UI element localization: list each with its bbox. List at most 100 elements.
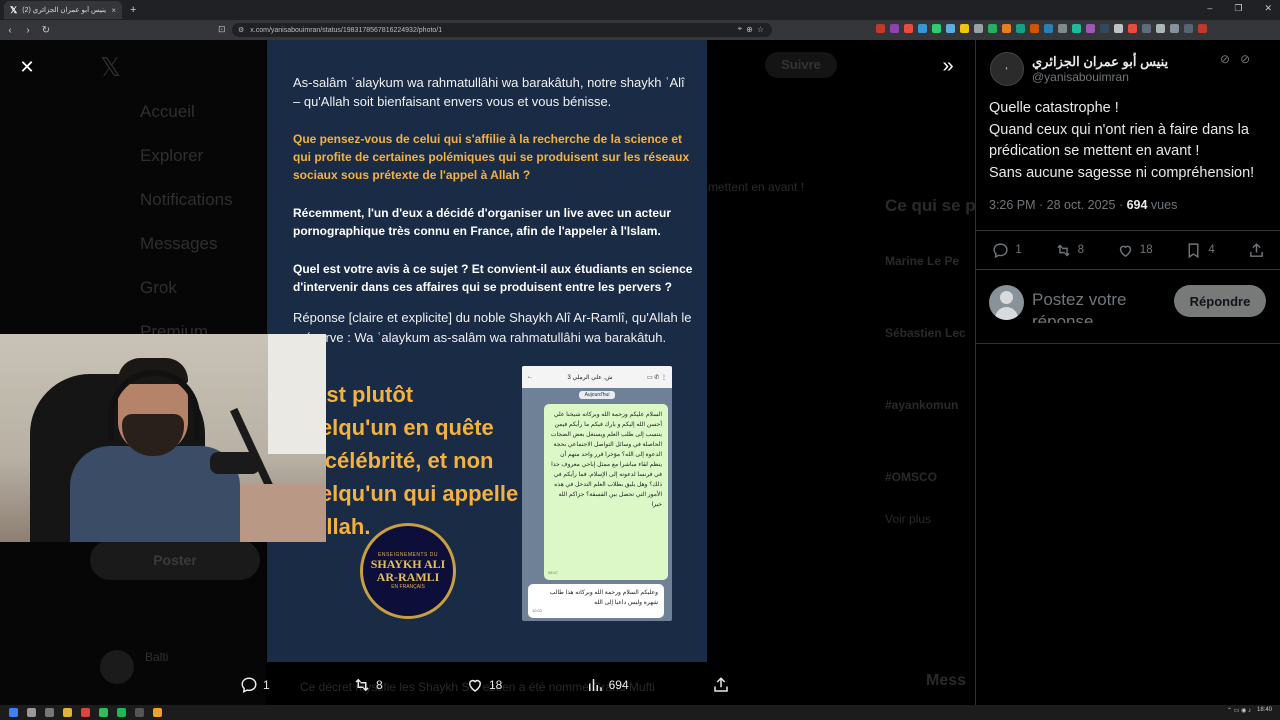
extension-icon[interactable]: [974, 24, 983, 33]
follow-button-ghost: Suivre: [765, 52, 837, 78]
window-close-button[interactable]: ✕: [1264, 3, 1272, 14]
extension-icon[interactable]: [1072, 24, 1081, 33]
reply-input[interactable]: Postez votre réponse: [1032, 289, 1162, 323]
repost-count: 8: [375, 678, 383, 692]
repost-icon: [355, 678, 369, 692]
photo-question-1: Que pensez-vous de celui qui s'affilie à…: [293, 132, 690, 182]
whatsapp-icon[interactable]: [99, 708, 108, 717]
extension-icon[interactable]: [1142, 24, 1151, 33]
avatar[interactable]: ◐: [990, 52, 1024, 86]
clock[interactable]: 18:40: [1257, 707, 1272, 714]
trend-item: Marine Le Pe: [885, 254, 960, 268]
photo-question-2: Récemment, l'un d'eux a décidé d'organis…: [293, 206, 672, 238]
extension-icon[interactable]: [988, 24, 997, 33]
photo-question-3: Quel est votre avis à ce sujet ? Et conv…: [293, 262, 693, 294]
extension-icon[interactable]: [1128, 24, 1137, 33]
url-text[interactable]: x.com/yanisabouimran/status/198317856781…: [250, 27, 442, 34]
extension-icon[interactable]: [904, 24, 913, 33]
reply-count: 1: [1015, 244, 1022, 256]
avatar: [100, 650, 134, 684]
author-name[interactable]: ينيس أبو عمران الجزائري: [1032, 54, 1168, 70]
author-handle[interactable]: @yanisabouimran: [1032, 70, 1168, 84]
reply-icon: [241, 677, 257, 694]
whatsapp-screenshot: ← ش. علي الرملي 3 ▭ ✆ ⋮ Aujourd'hui السل…: [522, 366, 672, 621]
collapse-panel-icon[interactable]: »: [936, 56, 960, 78]
address-bar[interactable]: ⚙ x.com/yanisabouimran/status/1983178567…: [232, 23, 772, 37]
post-button-ghost: Poster: [90, 540, 260, 580]
block-icon[interactable]: ⊘: [1220, 52, 1230, 66]
extension-icon[interactable]: [1170, 24, 1179, 33]
obs-icon[interactable]: [135, 708, 144, 717]
photo-intro-text: As-salâm ʿalaykum wa rahmatullâhi wa bar…: [293, 75, 685, 109]
bookmark-button[interactable]: 4: [1185, 242, 1215, 259]
tray-icons[interactable]: ⌃ ▭ ◉ ♪: [1227, 707, 1251, 714]
extension-icon[interactable]: [876, 24, 885, 33]
start-icon[interactable]: [9, 708, 18, 717]
extension-icon[interactable]: [890, 24, 899, 33]
extension-icon[interactable]: [1030, 24, 1039, 33]
maximize-button[interactable]: ❐: [1234, 3, 1242, 14]
chat-time: 10:03: [532, 608, 543, 613]
extension-icon[interactable]: [1086, 24, 1095, 33]
share-button[interactable]: [1248, 242, 1265, 259]
back-icon[interactable]: ‹: [2, 25, 18, 36]
back-arrow-icon: ←: [527, 374, 533, 380]
browser-icon[interactable]: [81, 708, 90, 717]
extension-icon[interactable]: [960, 24, 969, 33]
taskview-icon[interactable]: [45, 708, 54, 717]
reload-icon[interactable]: ↻: [38, 25, 54, 36]
translate-icon[interactable]: ⌖: [738, 24, 743, 34]
reply-button[interactable]: 1: [992, 242, 1022, 259]
block-icon[interactable]: ⊘: [1240, 52, 1250, 66]
extension-icon[interactable]: [946, 24, 955, 33]
zoom-icon[interactable]: ⊕: [746, 25, 753, 34]
share-button[interactable]: [712, 676, 730, 694]
extension-icon[interactable]: [1058, 24, 1067, 33]
close-icon[interactable]: ✕: [16, 56, 38, 78]
extension-icon[interactable]: [1016, 24, 1025, 33]
extension-icon[interactable]: [1114, 24, 1123, 33]
tab-close-icon[interactable]: ×: [111, 6, 116, 15]
browser-tabbar: 𝕏 (2) ينيس أبو عمران الجزائري × + – ❐ ✕: [0, 0, 1280, 20]
share-icon: [1249, 242, 1263, 257]
reply-button[interactable]: 1: [240, 676, 270, 694]
tweet-time[interactable]: 3:26 PM · 28 oct. 2025 ·: [989, 198, 1127, 212]
repost-count: 8: [1077, 244, 1084, 256]
new-tab-button[interactable]: +: [130, 4, 136, 16]
x-logo-icon: 𝕏: [100, 52, 121, 82]
trend-item: #ayankomun: [885, 398, 959, 412]
tweet-author[interactable]: ◐ ينيس أبو عمران الجزائري @yanisabouimra…: [990, 52, 1168, 86]
tweet-timestamp: 3:26 PM · 28 oct. 2025 · 694 vues: [989, 198, 1177, 212]
tweet-photo[interactable]: As-salâm ʿalaykum wa rahmatullâhi wa bar…: [267, 40, 707, 662]
minimize-button[interactable]: –: [1207, 3, 1212, 14]
chat-message-out: السلام عليكم ورحمة الله وبركاته شيخنا عل…: [544, 404, 668, 580]
nav-grok: Grok: [140, 278, 177, 297]
extension-icon[interactable]: [918, 24, 927, 33]
repost-button[interactable]: 8: [353, 676, 383, 694]
extension-icon[interactable]: [1100, 24, 1109, 33]
chat-contact: ش. علي الرملي 3: [567, 374, 613, 381]
explorer-icon[interactable]: [63, 708, 72, 717]
bookmark-icon[interactable]: ⊡: [218, 24, 226, 35]
spotify-icon[interactable]: [117, 708, 126, 717]
extension-icon[interactable]: [1184, 24, 1193, 33]
like-button[interactable]: 18: [466, 676, 502, 694]
forward-icon[interactable]: ›: [20, 25, 36, 36]
like-button[interactable]: 18: [1117, 242, 1153, 259]
extension-icon[interactable]: [1002, 24, 1011, 33]
extension-icon[interactable]: [1156, 24, 1165, 33]
repost-button[interactable]: 8: [1055, 242, 1084, 259]
search-icon[interactable]: [27, 708, 36, 717]
site-info-icon[interactable]: ⚙: [238, 26, 244, 34]
trend-item: Sébastien Lec: [885, 326, 966, 340]
reply-submit-button[interactable]: Répondre: [1174, 285, 1266, 317]
app-icon[interactable]: [153, 708, 162, 717]
extension-icon[interactable]: [932, 24, 941, 33]
browser-tab[interactable]: 𝕏 (2) ينيس أبو عمران الجزائري ×: [4, 1, 122, 19]
views-button[interactable]: 694: [586, 676, 629, 694]
extension-icon[interactable]: [1044, 24, 1053, 33]
extension-icon[interactable]: [1198, 24, 1207, 33]
reply-composer: Postez votre réponse Répondre: [976, 272, 1280, 344]
star-icon[interactable]: ☆: [757, 25, 764, 34]
like-count: 18: [488, 678, 503, 692]
